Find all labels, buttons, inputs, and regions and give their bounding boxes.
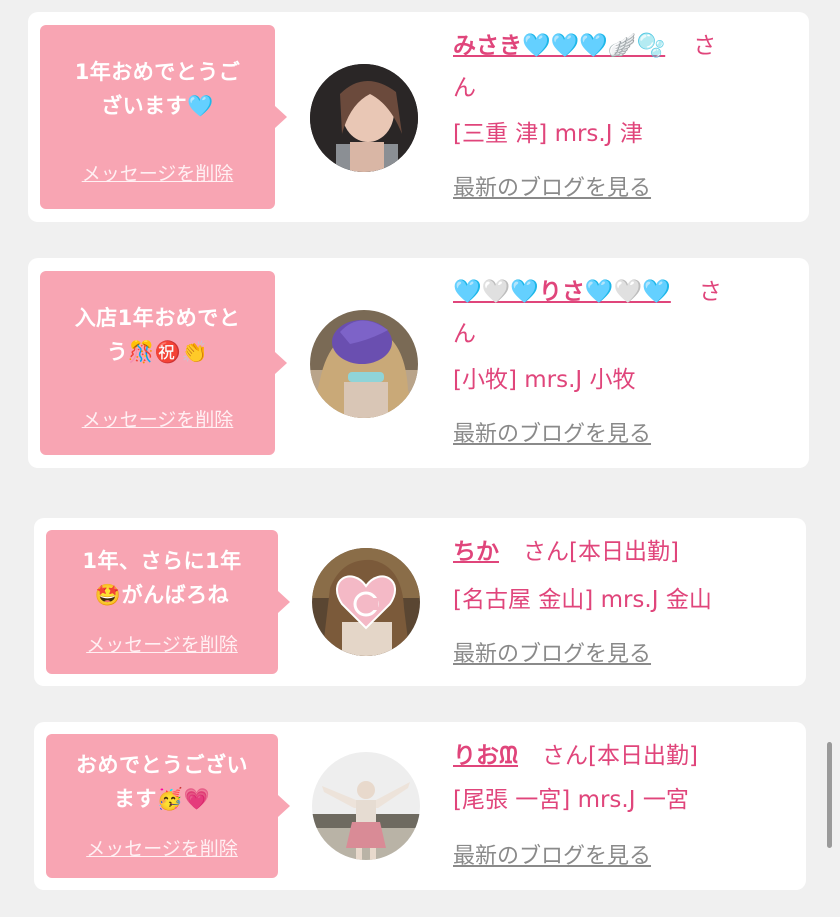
latest-blog-link[interactable]: 最新のブログを見る: [453, 174, 651, 204]
latest-blog-link[interactable]: 最新のブログを見る: [453, 420, 651, 450]
honorific: さ: [698, 279, 722, 305]
cast-name-link[interactable]: ちか: [453, 539, 499, 565]
cast-name-link[interactable]: みさき🩵🩵🩵🪽🫧: [453, 33, 665, 59]
avatar[interactable]: [310, 310, 418, 418]
message-bubble: おめでとうござい ます🥳💗 メッセージを削除: [46, 734, 290, 878]
avatar-photo: [312, 548, 420, 656]
cast-name-link[interactable]: 🩵🤍🩵りさ🩵🤍🩵: [453, 279, 671, 305]
shop-name: [三重 津] mrs.J 津: [453, 121, 643, 147]
message-card: 1年おめでとうご ざいます🩵 メッセージを削除 みさき🩵🩵🩵🪽🫧 さ ん [三重 …: [28, 12, 809, 222]
delete-message-link[interactable]: メッセージを削除: [46, 630, 278, 657]
message-bubble: 1年おめでとうご ざいます🩵 メッセージを削除: [40, 25, 287, 209]
shop-name: [小牧] mrs.J 小牧: [453, 367, 636, 393]
latest-blog-link[interactable]: 最新のブログを見る: [453, 842, 651, 872]
avatar-photo: [310, 64, 418, 172]
cast-name-line: りおᙢ さん[本日出勤]: [453, 736, 698, 776]
avatar[interactable]: [310, 64, 418, 172]
honorific: さ: [693, 33, 717, 59]
honorific: さん[本日出勤]: [542, 743, 698, 769]
cast-name-line: ちか さん[本日出勤]: [453, 532, 679, 572]
message-card: おめでとうござい ます🥳💗 メッセージを削除 りおᙢ さん[本日出勤] [尾張 一…: [34, 722, 806, 890]
delete-message-link[interactable]: メッセージを削除: [40, 405, 275, 432]
cast-name-link[interactable]: りおᙢ: [453, 743, 518, 769]
cast-name-line: 🩵🤍🩵りさ🩵🤍🩵 さ: [453, 272, 722, 312]
scrollbar[interactable]: [827, 742, 832, 848]
message-card: 1年、さらに1年 🤩がんばろね メッセージを削除 ちか さん[本日出勤] [名古屋…: [34, 518, 806, 686]
cast-name-line: みさき🩵🩵🩵🪽🫧 さ: [453, 26, 716, 66]
message-card: 入店1年おめでと う🎊㊗️👏 メッセージを削除 🩵🤍🩵りさ🩵🤍🩵 さ ん [小牧]…: [28, 258, 809, 468]
avatar-photo: [310, 310, 418, 418]
message-text: 1年おめでとうご ざいます🩵: [74, 60, 241, 118]
avatar[interactable]: [312, 752, 420, 860]
message-text: おめでとうござい ます🥳💗: [76, 753, 248, 811]
message-bubble: 1年、さらに1年 🤩がんばろね メッセージを削除: [46, 530, 290, 674]
latest-blog-link[interactable]: 最新のブログを見る: [453, 640, 651, 670]
shop-name: [尾張 一宮] mrs.J 一宮: [453, 787, 689, 813]
delete-message-link[interactable]: メッセージを削除: [40, 159, 275, 186]
avatar-photo: [312, 752, 420, 860]
shop-name: [名古屋 金山] mrs.J 金山: [453, 587, 712, 613]
honorific-wrap: ん: [453, 321, 476, 347]
delete-message-link[interactable]: メッセージを削除: [46, 834, 278, 861]
honorific-wrap: ん: [453, 75, 476, 101]
honorific: さん[本日出勤]: [523, 539, 679, 565]
message-text: 1年、さらに1年 🤩がんばろね: [82, 549, 242, 607]
message-text: 入店1年おめでと う🎊㊗️👏: [74, 306, 241, 364]
message-bubble: 入店1年おめでと う🎊㊗️👏 メッセージを削除: [40, 271, 287, 455]
avatar[interactable]: [312, 548, 420, 656]
